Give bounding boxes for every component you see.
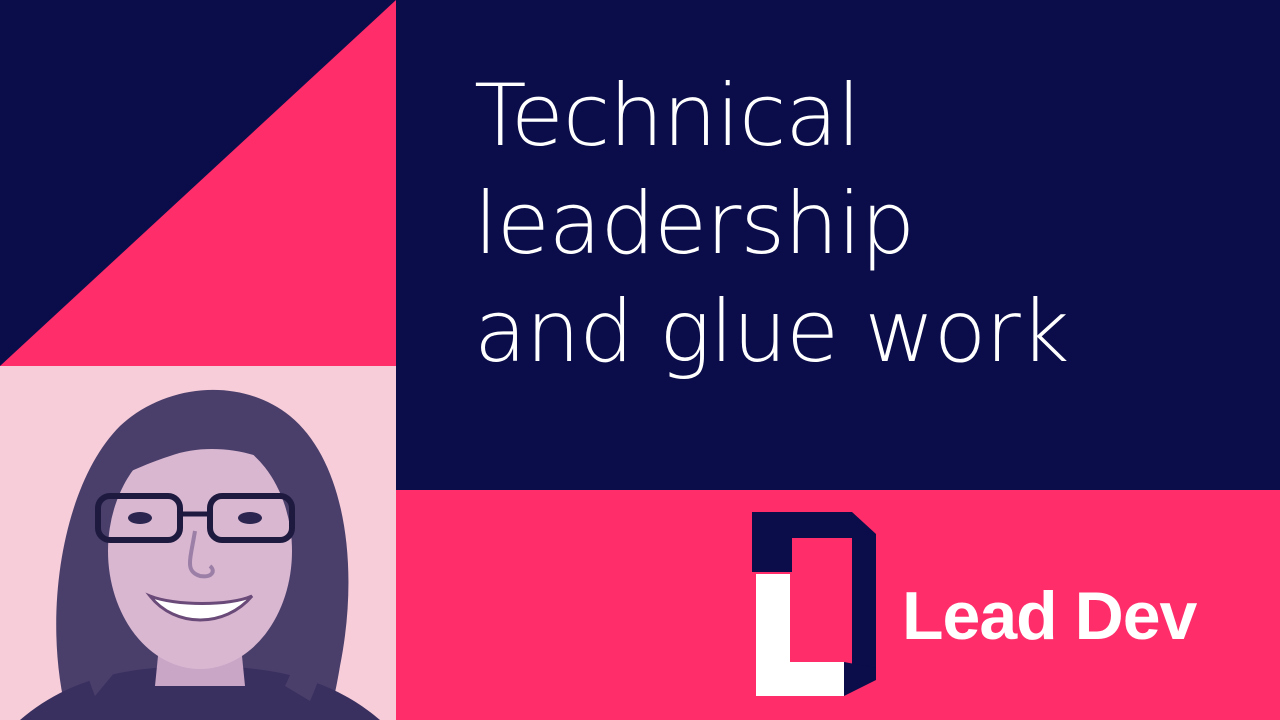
- talk-title: Technical leadership and glue work: [474, 62, 1264, 386]
- lead-dev-wordmark: Lead Dev: [902, 578, 1197, 654]
- lead-dev-logo-icon: [752, 512, 876, 696]
- talk-title-line-2: leadership: [474, 174, 915, 274]
- pink-triangle-shape: [0, 0, 396, 366]
- talk-title-line-3: and glue work: [474, 282, 1070, 382]
- video-thumbnail: Technical leadership and glue work Lead …: [0, 0, 1280, 720]
- lead-dev-logo: Lead Dev: [752, 512, 1252, 696]
- decorative-triangle-block: [0, 0, 396, 366]
- speaker-portrait-illustration: [20, 389, 380, 720]
- talk-title-line-1: Technical: [474, 66, 861, 166]
- speaker-photo: [0, 366, 396, 720]
